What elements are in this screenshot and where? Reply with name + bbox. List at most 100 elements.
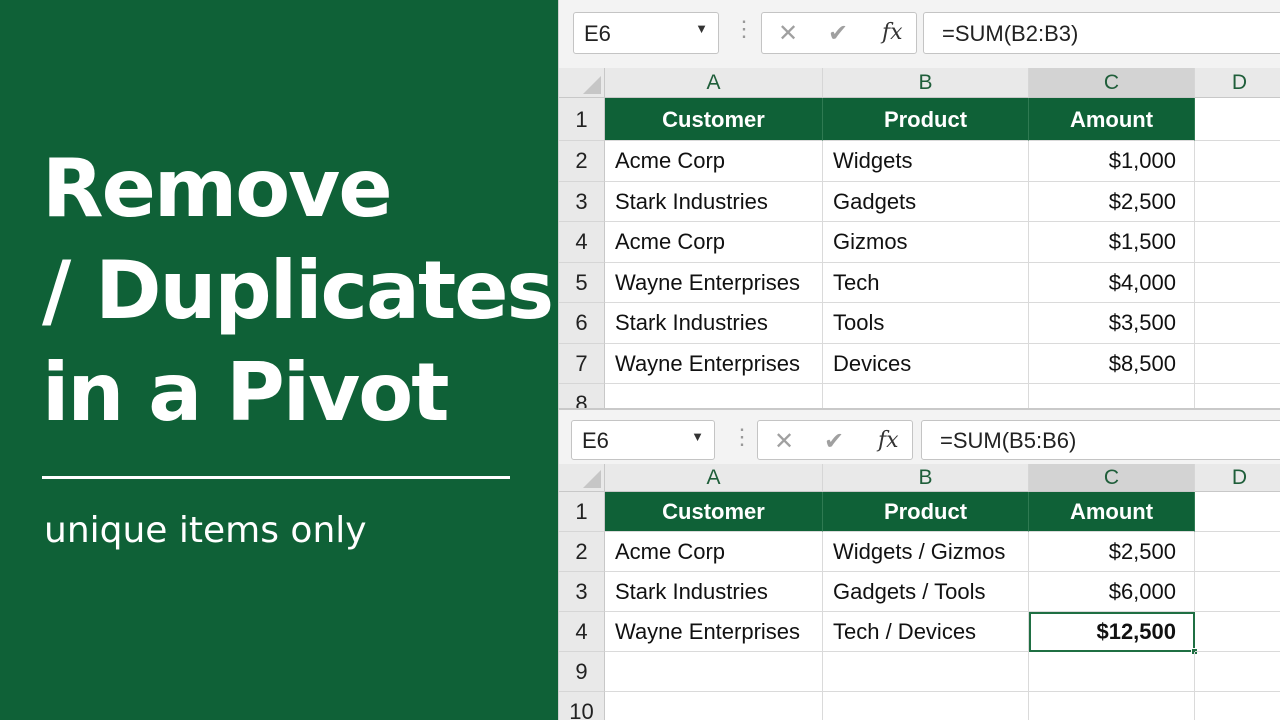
fx-icon[interactable]: fx xyxy=(878,428,899,453)
row-header[interactable]: 1 xyxy=(559,98,605,141)
table-cell[interactable]: Gadgets xyxy=(823,181,1029,222)
subtitle: unique items only xyxy=(44,510,367,551)
table-cell[interactable] xyxy=(1029,692,1195,720)
title-line-1: Remove xyxy=(42,142,393,235)
table-cell[interactable]: Tech xyxy=(823,262,1029,303)
empty-cell[interactable] xyxy=(1195,532,1280,572)
table-cell[interactable]: Acme Corp xyxy=(605,141,823,182)
table-cell[interactable]: Stark Industries xyxy=(605,572,823,612)
more-icon[interactable]: ⋮ xyxy=(731,424,753,450)
table-cell[interactable]: $1,000 xyxy=(1029,141,1195,182)
column-header-b[interactable]: B xyxy=(823,68,1029,98)
more-icon[interactable]: ⋮ xyxy=(733,16,755,42)
table-cell[interactable] xyxy=(605,384,823,408)
column-header-c[interactable]: C xyxy=(1029,68,1195,98)
empty-cell[interactable] xyxy=(1195,492,1280,532)
formula-input[interactable]: =SUM(B5:B6) xyxy=(921,420,1280,460)
row-header[interactable]: 2 xyxy=(559,532,605,572)
name-box-value: E6 xyxy=(584,21,611,46)
row-header[interactable]: 3 xyxy=(559,181,605,222)
table-cell[interactable]: $4,000 xyxy=(1029,262,1195,303)
row-header[interactable]: 8 xyxy=(559,384,605,408)
row-header[interactable]: 4 xyxy=(559,222,605,263)
empty-cell[interactable] xyxy=(1195,182,1280,222)
column-header-c[interactable]: C xyxy=(1029,464,1195,492)
empty-cell[interactable] xyxy=(1195,98,1280,141)
empty-cell[interactable] xyxy=(1195,263,1280,303)
table-cell[interactable]: Tools xyxy=(823,303,1029,344)
table-cell[interactable]: Widgets xyxy=(823,141,1029,182)
row-header[interactable]: 1 xyxy=(559,492,605,532)
row-header[interactable]: 7 xyxy=(559,343,605,384)
header-cell[interactable]: Product xyxy=(823,98,1029,141)
table-cell[interactable]: $1,500 xyxy=(1029,222,1195,263)
confirm-icon[interactable]: ✔ xyxy=(824,427,844,456)
table-cell[interactable]: Wayne Enterprises xyxy=(605,343,823,384)
dropdown-icon[interactable]: ▼ xyxy=(691,429,704,444)
table-cell[interactable] xyxy=(823,692,1029,720)
column-header-a[interactable]: A xyxy=(605,68,823,98)
row-header[interactable]: 9 xyxy=(559,652,605,692)
confirm-icon[interactable]: ✔ xyxy=(828,19,848,48)
fx-icon[interactable]: fx xyxy=(882,20,903,45)
name-box[interactable]: E6 ▼ xyxy=(573,12,719,54)
empty-cell[interactable] xyxy=(1195,652,1280,692)
table-cell[interactable]: Stark Industries xyxy=(605,181,823,222)
table-cell[interactable] xyxy=(605,692,823,720)
table-cell[interactable] xyxy=(605,652,823,692)
table-cell[interactable] xyxy=(823,652,1029,692)
table-cell[interactable]: Tech / Devices xyxy=(823,612,1029,652)
row-header[interactable]: 10 xyxy=(559,692,605,720)
table-cell[interactable]: $2,500 xyxy=(1029,181,1195,222)
table-cell[interactable] xyxy=(1029,652,1195,692)
table-cell[interactable] xyxy=(823,384,1029,408)
row-header[interactable]: 2 xyxy=(559,141,605,182)
empty-cell[interactable] xyxy=(1195,303,1280,344)
formula-bar: E6 ▼ ⋮ ✕ ✔ fx =SUM(B5:B6) xyxy=(559,410,1280,464)
select-all-corner[interactable] xyxy=(559,68,605,98)
table-cell[interactable]: $3,500 xyxy=(1029,303,1195,344)
column-header-d[interactable]: D xyxy=(1195,68,1280,98)
table-cell[interactable]: $8,500 xyxy=(1029,343,1195,384)
empty-cell[interactable] xyxy=(1195,222,1280,263)
formula-icons: ✕ ✔ fx xyxy=(757,420,913,460)
table-cell[interactable]: Wayne Enterprises xyxy=(605,612,823,652)
empty-cell[interactable] xyxy=(1195,344,1280,384)
row-header[interactable]: 4 xyxy=(559,612,605,652)
table-cell[interactable]: Acme Corp xyxy=(605,222,823,263)
table-cell[interactable]: Widgets / Gizmos xyxy=(823,532,1029,572)
table-cell[interactable]: $2,500 xyxy=(1029,532,1195,572)
empty-cell[interactable] xyxy=(1195,612,1280,652)
empty-cell[interactable] xyxy=(1195,692,1280,720)
table-cell[interactable]: Gadgets / Tools xyxy=(823,572,1029,612)
empty-cell[interactable] xyxy=(1195,141,1280,182)
empty-cell[interactable] xyxy=(1195,572,1280,612)
row-header[interactable]: 6 xyxy=(559,303,605,344)
table-cell[interactable] xyxy=(1029,384,1195,408)
column-header-d[interactable]: D xyxy=(1195,464,1280,492)
cancel-icon[interactable]: ✕ xyxy=(774,427,794,456)
table-cell[interactable]: Acme Corp xyxy=(605,532,823,572)
name-box[interactable]: E6 ▼ xyxy=(571,420,715,460)
header-cell[interactable]: Product xyxy=(823,492,1029,532)
formula-input[interactable]: =SUM(B2:B3) xyxy=(923,12,1280,54)
column-header-a[interactable]: A xyxy=(605,464,823,492)
empty-cell[interactable] xyxy=(1195,384,1280,408)
name-box-value: E6 xyxy=(582,428,609,453)
header-cell[interactable]: Amount xyxy=(1029,492,1195,532)
table-cell[interactable]: Wayne Enterprises xyxy=(605,262,823,303)
table-cell[interactable]: Devices xyxy=(823,343,1029,384)
header-cell[interactable]: Amount xyxy=(1029,98,1195,141)
table-cell[interactable]: Stark Industries xyxy=(605,303,823,344)
cancel-icon[interactable]: ✕ xyxy=(778,19,798,48)
dropdown-icon[interactable]: ▼ xyxy=(695,21,708,36)
header-cell[interactable]: Customer xyxy=(605,98,823,141)
column-header-b[interactable]: B xyxy=(823,464,1029,492)
row-header[interactable]: 5 xyxy=(559,262,605,303)
table-cell[interactable]: Gizmos xyxy=(823,222,1029,263)
select-all-corner[interactable] xyxy=(559,464,605,492)
header-cell[interactable]: Customer xyxy=(605,492,823,532)
table-cell[interactable]: $6,000 xyxy=(1029,572,1195,612)
row-header[interactable]: 3 xyxy=(559,572,605,612)
table-cell[interactable]: $12,500 xyxy=(1029,612,1195,652)
